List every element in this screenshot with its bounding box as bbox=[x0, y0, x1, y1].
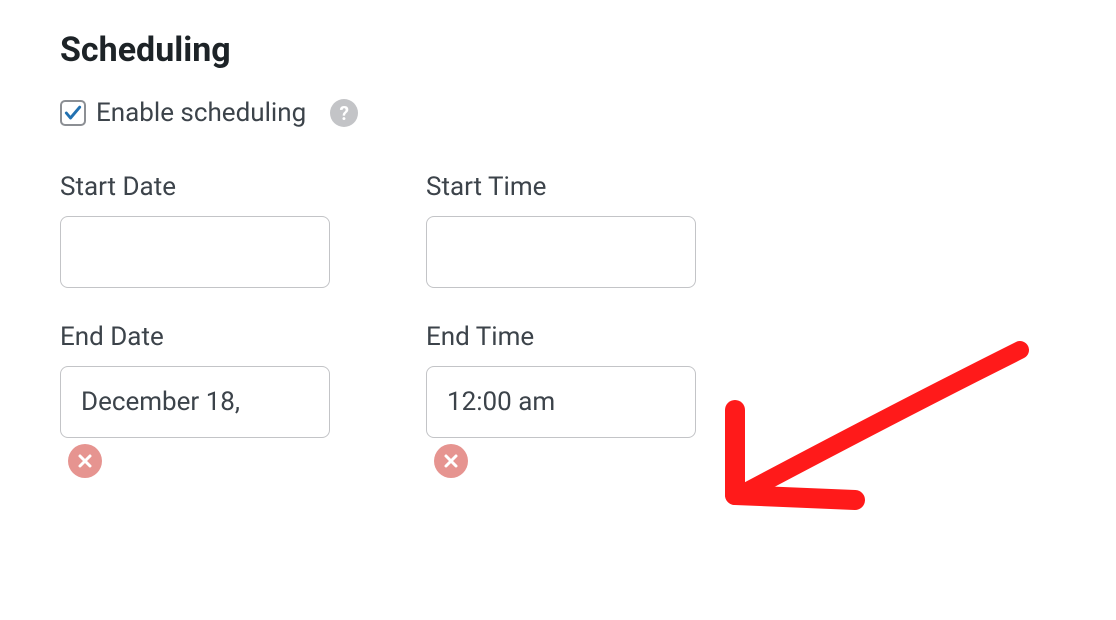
end-date-input[interactable] bbox=[60, 366, 330, 438]
start-time-label: Start Time bbox=[426, 172, 696, 202]
enable-scheduling-checkbox[interactable] bbox=[60, 100, 86, 126]
end-time-group: End Time bbox=[426, 322, 696, 478]
clear-end-date-button[interactable] bbox=[68, 444, 102, 478]
enable-scheduling-row: Enable scheduling ? bbox=[60, 98, 1056, 128]
close-icon bbox=[443, 453, 459, 469]
date-column: Start Date End Date bbox=[60, 172, 330, 512]
section-title: Scheduling bbox=[60, 30, 1056, 70]
end-date-label: End Date bbox=[60, 322, 330, 352]
clear-end-time-button[interactable] bbox=[434, 444, 468, 478]
time-column: Start Time End Time bbox=[426, 172, 696, 512]
enable-scheduling-label: Enable scheduling bbox=[96, 98, 306, 128]
start-time-group: Start Time bbox=[426, 172, 696, 288]
end-time-input[interactable] bbox=[426, 366, 696, 438]
help-icon[interactable]: ? bbox=[330, 99, 358, 127]
start-date-group: Start Date bbox=[60, 172, 330, 288]
end-date-group: End Date bbox=[60, 322, 330, 478]
start-date-input[interactable] bbox=[60, 216, 330, 288]
fields-grid: Start Date End Date Start Time End Time bbox=[60, 172, 1056, 512]
start-date-label: Start Date bbox=[60, 172, 330, 202]
start-time-input[interactable] bbox=[426, 216, 696, 288]
close-icon bbox=[77, 453, 93, 469]
end-time-label: End Time bbox=[426, 322, 696, 352]
checkmark-icon bbox=[63, 103, 83, 123]
